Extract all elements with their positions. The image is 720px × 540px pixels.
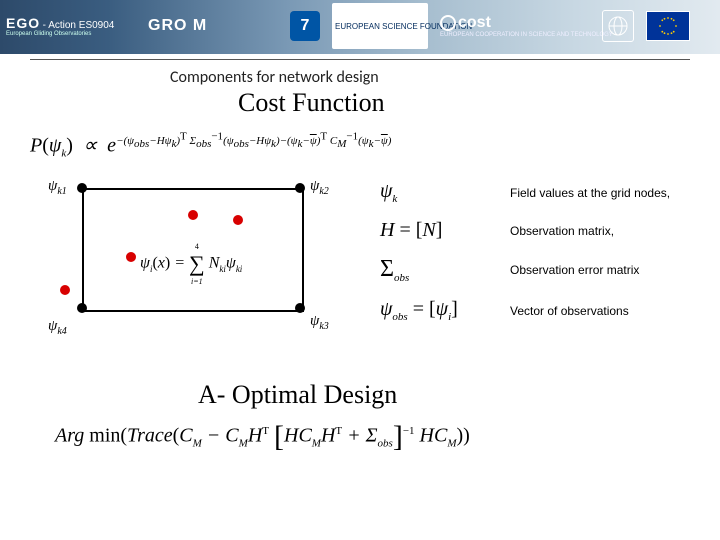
def-text: Observation error matrix <box>510 263 639 277</box>
node-k4 <box>77 303 87 313</box>
interpolation-formula: ψi(x) = 4 ∑ i=1 Nkiψki <box>140 242 242 286</box>
ego-sub: European Gliding Observatories <box>6 31 136 37</box>
def-text: Vector of observations <box>510 304 629 318</box>
label-psi-k3: ψk3 <box>310 313 329 332</box>
grid-diagram: ψk1 ψk2 ψk3 ψk4 ψi(x) = 4 ∑ i=1 Nkiψki <box>48 180 318 325</box>
section-subheading: Components for network design <box>170 68 379 87</box>
logo-ego: EGO - Action ES0904 European Gliding Obs… <box>6 6 136 46</box>
label-psi-k2: ψk2 <box>310 178 329 197</box>
logo-eu-flag <box>646 11 690 41</box>
node-k3 <box>295 303 305 313</box>
logo-esf: EUROPEAN SCIENCE FOUNDATION <box>332 3 428 49</box>
ego-title: EGO <box>6 15 40 31</box>
logo-globe-icon <box>602 10 634 42</box>
obs-node <box>233 215 243 225</box>
logo-fp7: 7 <box>290 11 320 41</box>
def-observations-vector: ψobs = [ψi] Vector of observations <box>380 298 700 323</box>
def-field-values: ψk Field values at the grid nodes, <box>380 180 700 205</box>
slide-content: Components for network design Cost Funct… <box>0 60 720 540</box>
node-k1 <box>77 183 87 193</box>
ego-action: - Action ES0904 <box>43 20 115 31</box>
esf-text: EUROPEAN SCIENCE FOUNDATION <box>335 22 425 31</box>
groom-text: GRO M <box>148 17 278 35</box>
def-observation-matrix: H = [N] Observation matrix, <box>380 219 700 242</box>
def-error-matrix: Σobs Observation error matrix <box>380 256 700 284</box>
cost-tag: EUROPEAN COOPERATION IN SCIENCE AND TECH… <box>440 32 590 38</box>
header-bar: EGO - Action ES0904 European Gliding Obs… <box>0 0 720 54</box>
node-k2 <box>295 183 305 193</box>
logo-cost: cost EUROPEAN COOPERATION IN SCIENCE AND… <box>440 6 590 46</box>
header-logos: EGO - Action ES0904 European Gliding Obs… <box>6 4 714 48</box>
probability-formula: P(ψk) ∝ e−(ψobs−Hψk)T Σobs−1(ψobs−Hψk)−(… <box>30 130 391 159</box>
logo-groom: GRO M <box>148 6 278 46</box>
obs-node <box>126 252 136 262</box>
obs-node <box>60 285 70 295</box>
label-psi-k1: ψk1 <box>48 178 67 197</box>
argmin-formula: Arg min(Trace(CM − CMHT [HCMHT + Σobs]−1… <box>55 420 470 454</box>
def-text: Field values at the grid nodes, <box>510 186 670 200</box>
def-text: Observation matrix, <box>510 224 614 238</box>
cost-brand: cost <box>458 14 491 32</box>
fp7-number: 7 <box>301 17 310 35</box>
label-psi-k4: ψk4 <box>48 318 67 337</box>
cost-function-title: Cost Function <box>238 88 385 118</box>
obs-node <box>188 210 198 220</box>
optimal-design-title: A- Optimal Design <box>198 380 397 410</box>
definitions-list: ψk Field values at the grid nodes, H = [… <box>380 180 700 337</box>
